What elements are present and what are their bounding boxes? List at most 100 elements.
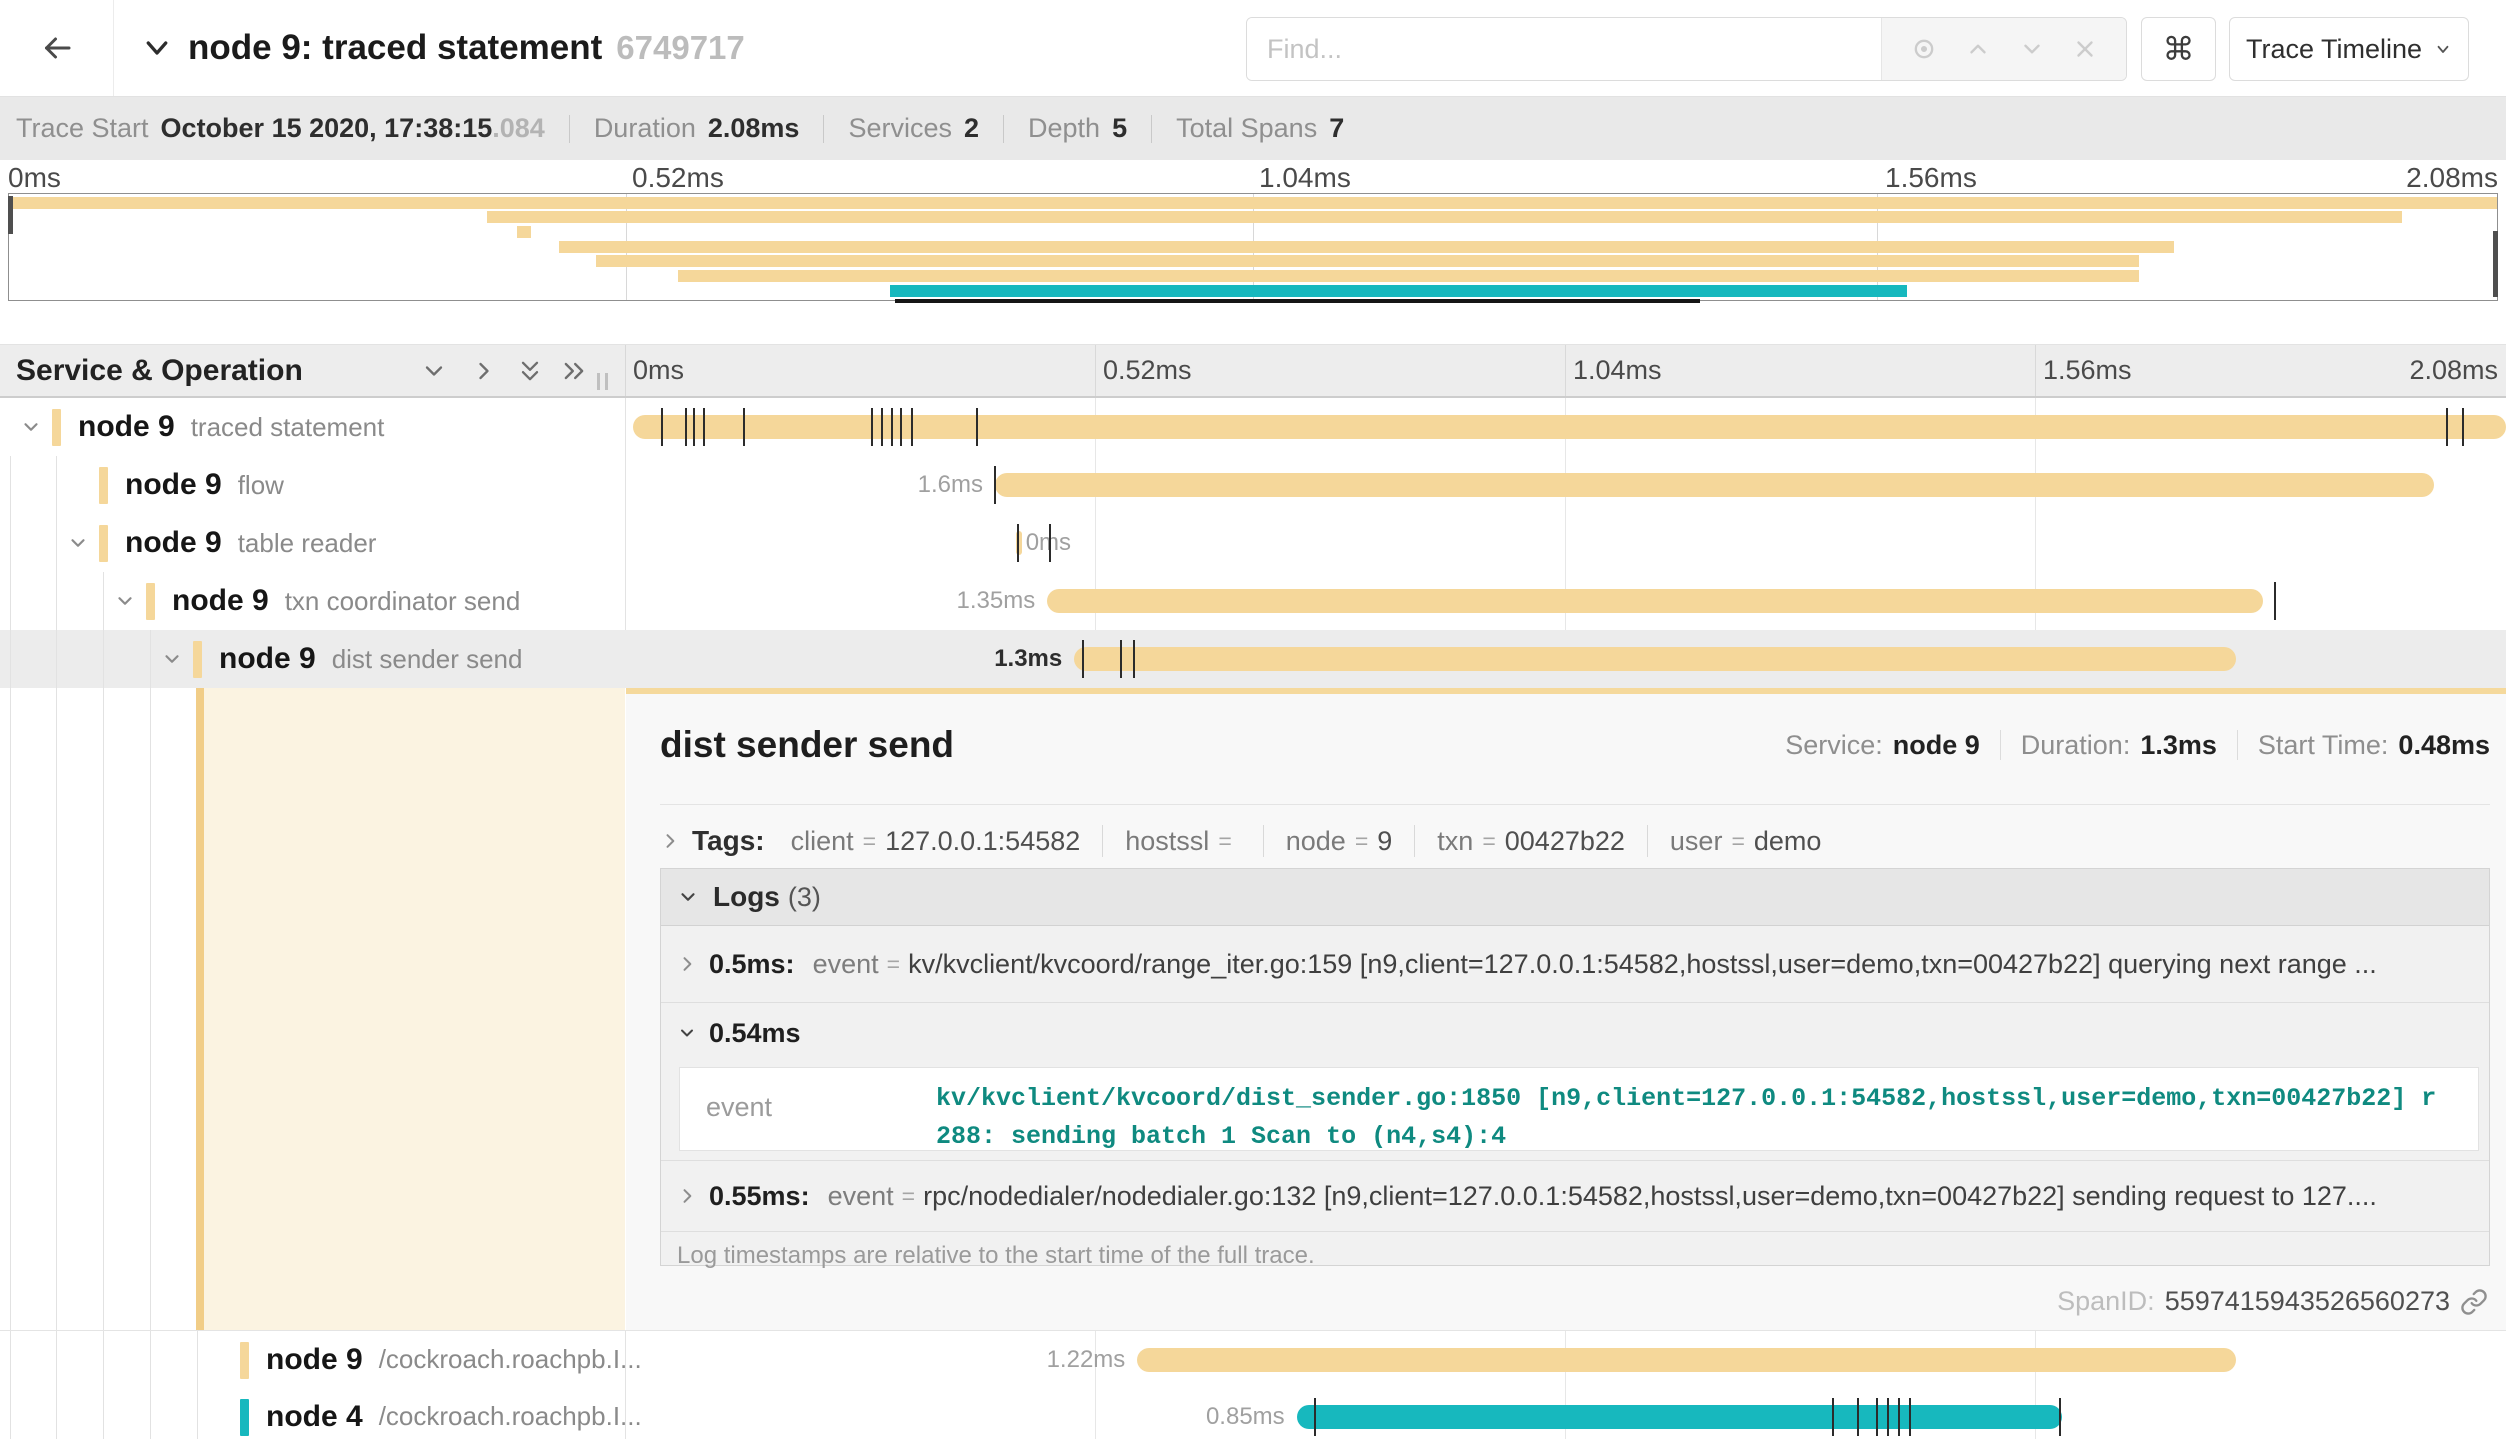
indent-guide [197,1388,198,1439]
span-timeline-cell[interactable]: 0.85ms [625,1388,2506,1439]
span-timeline-cell[interactable]: 1.6ms [625,456,2506,514]
clear-find-x-icon[interactable] [2072,36,2098,62]
span-timeline-cell[interactable]: 1.35ms [625,572,2506,630]
collapse-one-chevron-down-icon[interactable] [420,357,448,385]
span-timeline-cell[interactable]: 0ms [625,514,2506,572]
span-name-cell[interactable]: node 4/cockroach.roachpb.I... [0,1388,625,1439]
minimap-tick-label: 0.52ms [632,160,724,192]
summary-value: October 15 2020, 17:38:15 [161,113,493,144]
span-name-cell[interactable]: node 9txn coordinator send [0,572,625,630]
span-bar[interactable] [1137,1348,2236,1372]
log-marker-tick [693,408,695,446]
span-bar[interactable] [995,473,2434,497]
log-marker-tick [2274,582,2276,620]
command-icon: ⌘ [2163,30,2195,68]
span-row[interactable]: node 9flow1.6ms [0,456,2506,514]
minimap-scroll-indicator[interactable] [895,299,1700,303]
locate-icon[interactable] [1910,35,1938,63]
summary-value: 5 [1112,113,1127,144]
collapse-trace-chevron-icon[interactable] [142,33,172,63]
trace-title-group: node 9: traced statement 6749717 [142,0,745,96]
summary-label: Services [848,113,952,144]
minimap-left-drag-handle[interactable] [8,196,13,234]
log-entry[interactable]: 0.55ms: event = rpc/nodedialer/nodediale… [661,1161,2489,1232]
log-entry-expanded[interactable]: 0.54ms event kv/kvclient/kvcoord/dist_se… [661,1009,2489,1161]
find-next-chevron-down-icon[interactable] [2019,36,2045,62]
minimap-span-bar [9,197,2497,209]
span-expander[interactable] [114,590,136,612]
log-marker-tick [2462,408,2464,446]
span-timeline-cell[interactable]: 1.22ms [625,1331,2506,1388]
summary-value: 2 [964,113,979,144]
chevron-right-icon [660,831,680,851]
span-name-cell[interactable]: node 9/cockroach.roachpb.I... [0,1331,625,1388]
tags-row[interactable]: Tags: client=127.0.0.1:54582hostssl=node… [660,814,2490,868]
span-row[interactable]: node 9dist sender send1.3ms [0,630,2506,688]
column-resize-grip[interactable] [597,373,608,390]
span-row[interactable]: node 9txn coordinator send1.35ms [0,572,2506,630]
log-marker-tick [2446,408,2448,446]
collapse-all-double-chevron-down-icon[interactable] [516,357,544,385]
span-expander[interactable] [161,648,183,670]
duration-value: 1.3ms [2140,730,2217,761]
log-timestamp: 0.54ms [709,1018,801,1049]
logs-count: (3) [788,882,821,913]
summary-item: Depth 5 [1028,113,1127,144]
expander-chevron-down-icon [161,648,183,670]
span-bar[interactable] [1047,589,2263,613]
span-row[interactable]: node 9traced statement [0,398,2506,456]
link-icon[interactable] [2460,1288,2488,1316]
minimap-span-bar [487,211,2403,223]
keyboard-shortcuts-button[interactable]: ⌘ [2141,17,2216,81]
span-expander[interactable] [67,532,89,554]
span-name-cell[interactable]: node 9flow [0,456,625,514]
chevron-down-icon [677,1023,697,1043]
span-name-cell[interactable]: node 9traced statement [0,398,625,456]
summary-item: Trace StartOctober 15 2020, 17:38:15.084 [16,113,545,144]
find-input[interactable] [1247,18,1881,80]
span-timeline-cell[interactable] [625,398,2506,456]
minimap-tick-label: 1.04ms [1259,160,1351,192]
summary-label: Depth [1028,113,1100,144]
span-row[interactable]: node 9/cockroach.roachpb.I...1.22ms [0,1331,2506,1388]
gridline [1095,345,1096,396]
minimap-viewport[interactable] [8,193,2498,301]
view-selector-label: Trace Timeline [2246,34,2422,65]
span-detail-header: dist sender send Service: node 9 Duratio… [660,716,2490,774]
operation-name: flow [238,470,284,501]
log-marker-tick [1049,524,1051,562]
log-entry[interactable]: 0.5ms: event = kv/kvclient/kvcoord/range… [661,926,2489,1003]
minimap-right-drag-handle[interactable] [2493,231,2498,297]
log-key: event [828,1181,894,1212]
span-timeline-cell[interactable]: 1.3ms [625,630,2506,688]
indent-guide [150,688,151,1330]
expander-chevron-down-icon [114,590,136,612]
logs-header[interactable]: Logs (3) [661,869,2489,926]
log-marker-tick [1857,1398,1859,1436]
column-divider[interactable] [625,345,626,396]
expand-one-chevron-right-icon[interactable] [470,357,498,385]
span-detail-panel: dist sender send Service: node 9 Duratio… [626,688,2506,1330]
find-prev-chevron-up-icon[interactable] [1965,36,1991,62]
span-expander[interactable] [20,416,42,438]
minimap-span-bar [596,255,2139,267]
span-id-row: SpanID: 5597415943526560273 [2057,1286,2488,1317]
view-selector-button[interactable]: Trace Timeline [2229,17,2469,81]
expand-all-double-chevron-right-icon[interactable] [560,357,588,385]
span-bar[interactable] [1297,1405,2062,1429]
log-marker-tick [1898,1398,1900,1436]
back-button[interactable] [0,0,114,96]
span-bar[interactable] [633,415,2506,439]
span-bar[interactable] [1074,647,2236,671]
log-marker-tick [1909,1398,1911,1436]
log-marker-tick [871,408,873,446]
divider [1102,825,1103,857]
span-row[interactable]: node 4/cockroach.roachpb.I...0.85ms [0,1388,2506,1439]
span-name-cell[interactable]: node 9table reader [0,514,625,572]
log-marker-tick [900,408,902,446]
span-name-cell[interactable]: node 9dist sender send [0,630,625,688]
operation-name: /cockroach.roachpb.I... [379,1401,642,1432]
span-row[interactable]: node 9table reader0ms [0,514,2506,572]
service-color-marker [240,1399,249,1436]
trace-minimap: 0ms 0.52ms 1.04ms 1.56ms 2.08ms [0,160,2506,308]
